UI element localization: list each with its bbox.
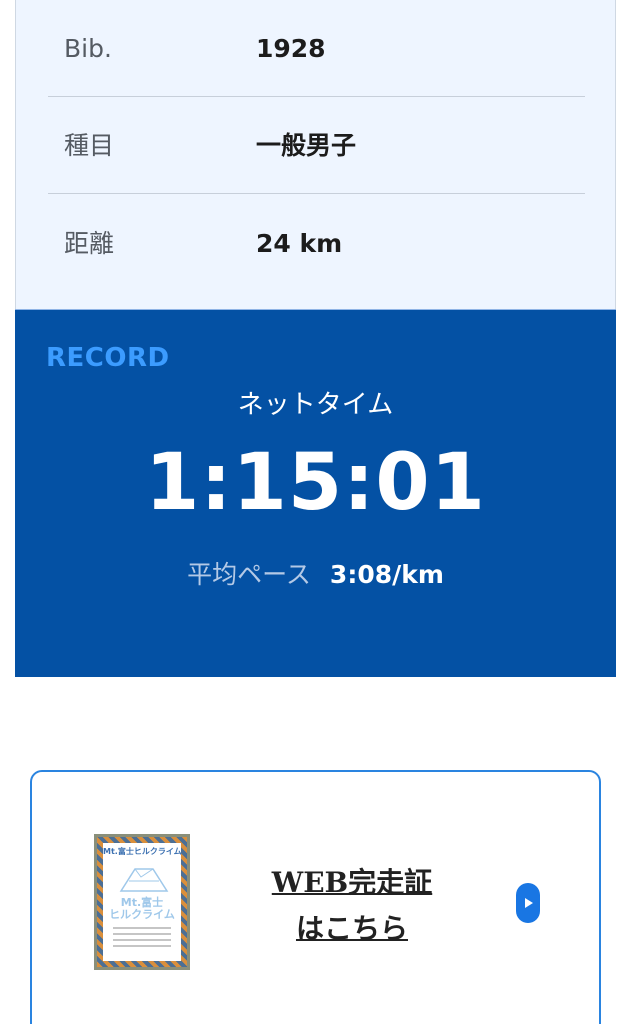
bib-label: Bib. — [64, 34, 112, 63]
certificate-title-line1[interactable]: WEB完走証 — [272, 866, 432, 899]
certificate-link-text[interactable]: WEB完走証 はこちら — [237, 860, 467, 952]
play-icon — [525, 898, 533, 908]
distance-label: 距離 — [64, 229, 115, 258]
category-value: 一般男子 — [256, 131, 357, 160]
info-row-category: 種目 一般男子 — [48, 97, 585, 194]
info-row-bib: Bib. 1928 — [48, 0, 585, 97]
average-pace-label: 平均ペース — [187, 560, 311, 589]
thumbnail-logo: Mt.富士 ヒルクライム — [109, 896, 175, 921]
mountain-icon — [119, 868, 169, 892]
record-panel: RECORD ネットタイム 1:15:01 平均ペース 3:08/km — [15, 309, 616, 677]
certificate-thumbnail: Mt.富士ヒルクライム Mt.富士 ヒルクライム — [94, 834, 190, 970]
info-row-distance: 距離 24 km — [48, 195, 585, 292]
net-time-value: 1:15:01 — [145, 438, 486, 528]
thumbnail-text-lines — [113, 927, 171, 951]
average-pace-value: 3:08/km — [329, 560, 444, 589]
record-heading: RECORD — [46, 343, 170, 373]
certificate-title-line2[interactable]: はこちら — [296, 912, 408, 945]
distance-value: 24 km — [256, 229, 343, 258]
average-pace: 平均ペース 3:08/km — [15, 555, 616, 591]
page: Bib. 1928 種目 一般男子 距離 24 km RECORD ネットタイム… — [0, 0, 632, 1024]
bib-value: 1928 — [256, 34, 326, 63]
web-certificate-card[interactable]: Mt.富士ヒルクライム Mt.富士 ヒルクライム WEB完走証 はこちら — [30, 770, 601, 1024]
net-time-label: ネットタイム — [237, 390, 394, 420]
thumbnail-brand: Mt.富士ヒルクライム — [103, 847, 182, 856]
runner-info-table: Bib. 1928 種目 一般男子 距離 24 km — [15, 0, 616, 309]
category-label: 種目 — [64, 131, 115, 160]
play-button[interactable] — [516, 883, 540, 923]
